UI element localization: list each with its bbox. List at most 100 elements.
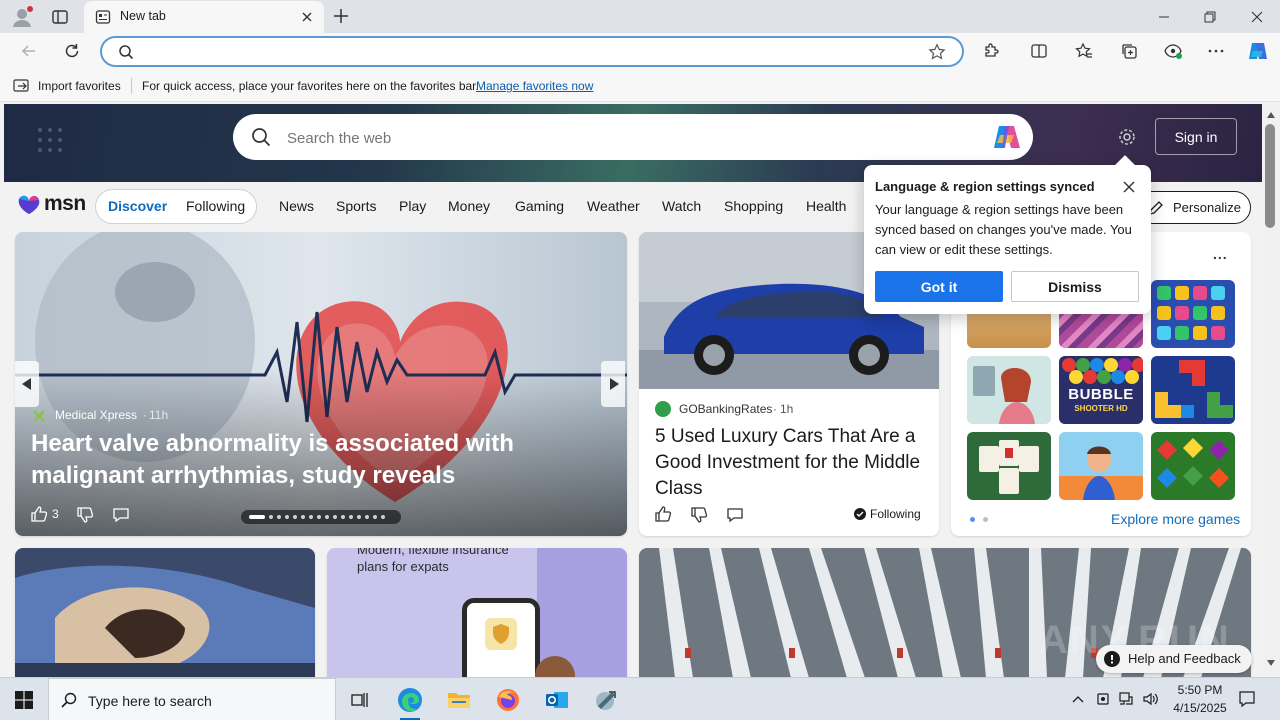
restore-button[interactable]	[1187, 0, 1233, 33]
games-more-button[interactable]: ...	[1213, 246, 1228, 262]
car-like-icon[interactable]	[654, 505, 672, 523]
bubble-shooter-subtitle: SHOOTER HD	[1074, 404, 1128, 413]
nav-sports[interactable]: Sports	[336, 198, 376, 214]
car-comment-icon[interactable]	[726, 506, 744, 524]
refresh-icon[interactable]	[57, 36, 87, 66]
title-bar: New tab	[0, 0, 1280, 33]
task-view-icon[interactable]	[336, 678, 384, 720]
web-search-input[interactable]	[287, 127, 967, 149]
start-button[interactable]	[0, 678, 48, 720]
msn-logo-icon[interactable]	[16, 191, 42, 217]
favorites-icon[interactable]	[1069, 36, 1099, 66]
split-screen-icon[interactable]	[1024, 36, 1054, 66]
notifications-icon[interactable]	[1238, 690, 1256, 708]
edge-taskbar-icon[interactable]	[386, 678, 434, 720]
car-dislike-icon[interactable]	[690, 506, 708, 524]
clock-date[interactable]: 4/15/2025	[1166, 701, 1234, 715]
like-icon[interactable]	[30, 505, 48, 523]
clock-time[interactable]: 5:50 PM	[1174, 683, 1226, 697]
more-menu-icon[interactable]	[1201, 36, 1231, 66]
file-explorer-icon[interactable]	[435, 678, 483, 720]
insurance-ad-card[interactable]: Modern, flexible insurance plans for exp…	[327, 548, 627, 678]
apps-grid-icon[interactable]	[34, 124, 66, 156]
game-tile-4[interactable]	[967, 356, 1051, 424]
close-tab-icon[interactable]	[300, 10, 314, 24]
page-scrollbar[interactable]	[1262, 104, 1280, 677]
nav-weather[interactable]: Weather	[587, 198, 640, 214]
hero-age: 11h	[149, 408, 169, 422]
hero-story-card[interactable]: Medical Xpress · 11h Heart valve abnorma…	[15, 232, 627, 536]
profile-icon[interactable]	[10, 5, 34, 29]
sleep-story-card[interactable]	[15, 548, 315, 678]
scroll-up-icon[interactable]	[1267, 112, 1275, 118]
popup-title: Language & region settings synced	[875, 179, 1095, 194]
nav-gaming[interactable]: Gaming	[515, 198, 564, 214]
sign-in-button[interactable]: Sign in	[1155, 118, 1237, 155]
copilot-search-icon[interactable]	[991, 122, 1023, 152]
close-window-button[interactable]	[1234, 0, 1280, 33]
ad-text-line1: Modern, flexible insurance	[357, 548, 509, 557]
car-headline[interactable]: 5 Used Luxury Cars That Are a Good Inves…	[655, 424, 927, 502]
show-hidden-icons-icon[interactable]	[1071, 692, 1085, 706]
nav-money[interactable]: Money	[448, 198, 490, 214]
manage-favorites-link[interactable]: Manage favorites now	[476, 79, 593, 93]
nav-health[interactable]: Health	[806, 198, 846, 214]
popup-body: Your language & region settings have bee…	[875, 202, 1132, 257]
import-favorites-button[interactable]: Import favorites	[38, 79, 121, 93]
copilot-icon[interactable]	[1243, 36, 1273, 66]
hero-headline[interactable]: Heart valve abnormality is associated wi…	[31, 428, 621, 492]
favorite-star-icon[interactable]	[928, 43, 946, 61]
web-search-box[interactable]	[233, 114, 1033, 160]
help-feedback-button[interactable]: Help and Feedback	[1096, 645, 1252, 673]
carousel-dot-active[interactable]	[249, 515, 265, 519]
game-tile-gems[interactable]	[1151, 432, 1235, 500]
address-input[interactable]	[142, 42, 922, 62]
game-tile-bubble-shooter[interactable]: BUBBLE SHOOTER HD	[1059, 356, 1143, 424]
ethernet-icon[interactable]	[1118, 691, 1134, 707]
explore-more-games-link[interactable]: Explore more games	[1111, 511, 1240, 527]
volume-icon[interactable]	[1142, 691, 1160, 707]
collections-icon[interactable]	[1114, 36, 1144, 66]
nav-watch[interactable]: Watch	[662, 198, 701, 214]
browser-essentials-icon[interactable]	[1158, 36, 1188, 66]
game-tile-blocks[interactable]	[1151, 356, 1235, 424]
tab-new-tab[interactable]: New tab	[84, 1, 324, 33]
games-dot[interactable]	[983, 517, 988, 522]
taskbar-search-box[interactable]: Type here to search	[48, 678, 336, 720]
personalize-button[interactable]: Personalize	[1136, 191, 1251, 224]
extensions-icon[interactable]	[976, 36, 1006, 66]
network-status-icon[interactable]	[1095, 691, 1111, 707]
carousel-prev-button[interactable]	[15, 361, 39, 407]
tab-discover[interactable]: Discover	[108, 198, 167, 214]
nav-play[interactable]: Play	[399, 198, 426, 214]
comment-icon[interactable]	[112, 506, 130, 524]
game-tile-6[interactable]	[1059, 432, 1143, 500]
carousel-pagination[interactable]	[241, 510, 401, 524]
game-tile-3[interactable]	[1151, 280, 1235, 348]
settings-gear-icon[interactable]	[1117, 127, 1137, 147]
msn-logo-text: msn	[44, 192, 86, 215]
popup-close-icon[interactable]	[1122, 180, 1136, 194]
new-tab-plus-icon[interactable]	[331, 6, 351, 26]
nav-news[interactable]: News	[279, 198, 314, 214]
back-icon[interactable]	[14, 36, 44, 66]
firefox-icon[interactable]	[484, 678, 532, 720]
game-tile-mahjong[interactable]	[967, 432, 1051, 500]
games-dot-active[interactable]	[970, 517, 975, 522]
workspaces-icon[interactable]	[50, 7, 70, 27]
carousel-dots[interactable]	[269, 515, 397, 519]
scroll-thumb[interactable]	[1265, 124, 1275, 228]
dislike-icon[interactable]	[76, 506, 94, 524]
app-taskbar-icon[interactable]	[582, 678, 630, 720]
address-bar[interactable]	[100, 36, 964, 67]
carousel-next-button[interactable]	[601, 361, 625, 407]
got-it-button[interactable]: Got it	[875, 271, 1003, 302]
tab-following[interactable]: Following	[186, 198, 245, 214]
dismiss-button[interactable]: Dismiss	[1011, 271, 1139, 302]
language-sync-popup: Language & region settings synced Your l…	[864, 155, 1151, 314]
outlook-icon[interactable]	[533, 678, 581, 720]
minimize-button[interactable]	[1141, 0, 1187, 33]
following-label[interactable]: Following	[870, 507, 921, 521]
nav-shopping[interactable]: Shopping	[724, 198, 783, 214]
scroll-down-icon[interactable]	[1267, 660, 1275, 666]
